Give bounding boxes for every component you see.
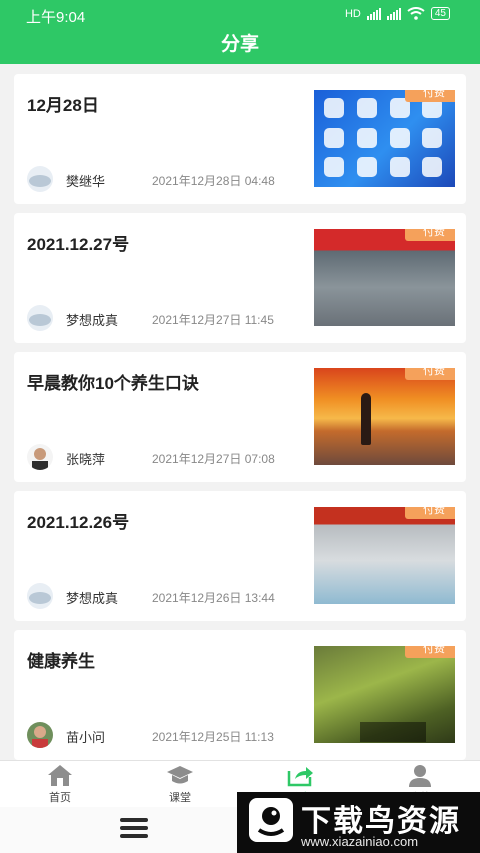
watermark-logo-icon [249,798,293,842]
paid-badge: 付费 [405,90,455,102]
post-title: 2021.12.27号 [27,235,130,254]
thumbnail-app-grid [324,98,445,179]
post-thumbnail[interactable]: 付费 [314,90,455,187]
post-card[interactable]: 12月28日 樊继华 2021年12月28日 04:48 付费 [14,74,466,204]
menu-icon[interactable] [120,818,148,842]
avatar [27,722,53,748]
author-name: 梦想成真 [66,313,119,328]
paid-badge: 付费 [405,368,455,380]
user-icon [409,765,431,787]
thumbnail-silhouette [361,393,371,445]
signal-icon [366,7,381,20]
battery-icon: 45 [430,7,450,20]
network-type: HD [344,7,361,20]
wifi-icon [407,7,425,20]
paid-badge: 付费 [405,646,455,658]
post-time: 2021年12月25日 11:13 [152,730,274,744]
author-name: 梦想成真 [66,591,119,606]
watermark: 下载鸟资源 www.xiazainiao.com [237,792,480,853]
status-bar: 上午9:04 HD 45 [0,0,480,30]
post-title: 2021.12.26号 [27,513,130,532]
post-time: 2021年12月27日 07:08 [152,452,275,466]
avatar [27,305,53,331]
author-name: 樊继华 [66,174,106,189]
tab-home[interactable]: 首页 [10,763,110,807]
status-icons: HD 45 [345,7,450,20]
post-thumbnail[interactable]: 付费 [314,368,455,465]
paid-badge: 付费 [405,507,455,519]
author-name: 苗小问 [66,730,106,745]
post-card[interactable]: 2021.12.26号 梦想成真 2021年12月26日 13:44 付费 [14,491,466,621]
post-thumbnail[interactable]: 付费 [314,507,455,604]
avatar [27,583,53,609]
avatar [27,166,53,192]
tab-classroom[interactable]: 课堂 [130,763,230,807]
tab-label: 课堂 [169,792,191,804]
post-title: 早晨教你10个养生口诀 [27,374,199,393]
share-icon [287,767,313,787]
thumbnail-caption [360,722,426,742]
post-card[interactable]: 早晨教你10个养生口诀 张晓萍 2021年12月27日 07:08 付费 [14,352,466,482]
watermark-url: www.xiazainiao.com [301,834,419,849]
post-time: 2021年12月27日 11:45 [152,313,274,327]
post-title: 12月28日 [27,96,99,115]
post-card[interactable]: 2021.12.27号 梦想成真 2021年12月27日 11:45 付费 [14,213,466,343]
author-name: 张晓萍 [66,452,106,467]
graduation-cap-icon [167,766,193,784]
post-time: 2021年12月26日 13:44 [152,591,275,605]
post-title: 健康养生 [27,652,95,671]
tab-label: 首页 [49,792,71,804]
paid-badge: 付费 [405,229,455,241]
avatar [27,444,53,470]
post-card[interactable]: 健康养生 苗小问 2021年12月25日 11:13 付费 [14,630,466,760]
post-thumbnail[interactable]: 付费 [314,229,455,326]
status-time: 上午9:04 [26,9,86,26]
post-thumbnail[interactable]: 付费 [314,646,455,743]
post-feed[interactable]: 12月28日 樊继华 2021年12月28日 04:48 付费 2021.12.… [14,74,466,769]
home-icon [48,765,72,786]
page-title: 分享 [0,30,480,64]
signal-icon-2 [386,7,401,20]
post-time: 2021年12月28日 04:48 [152,174,275,188]
